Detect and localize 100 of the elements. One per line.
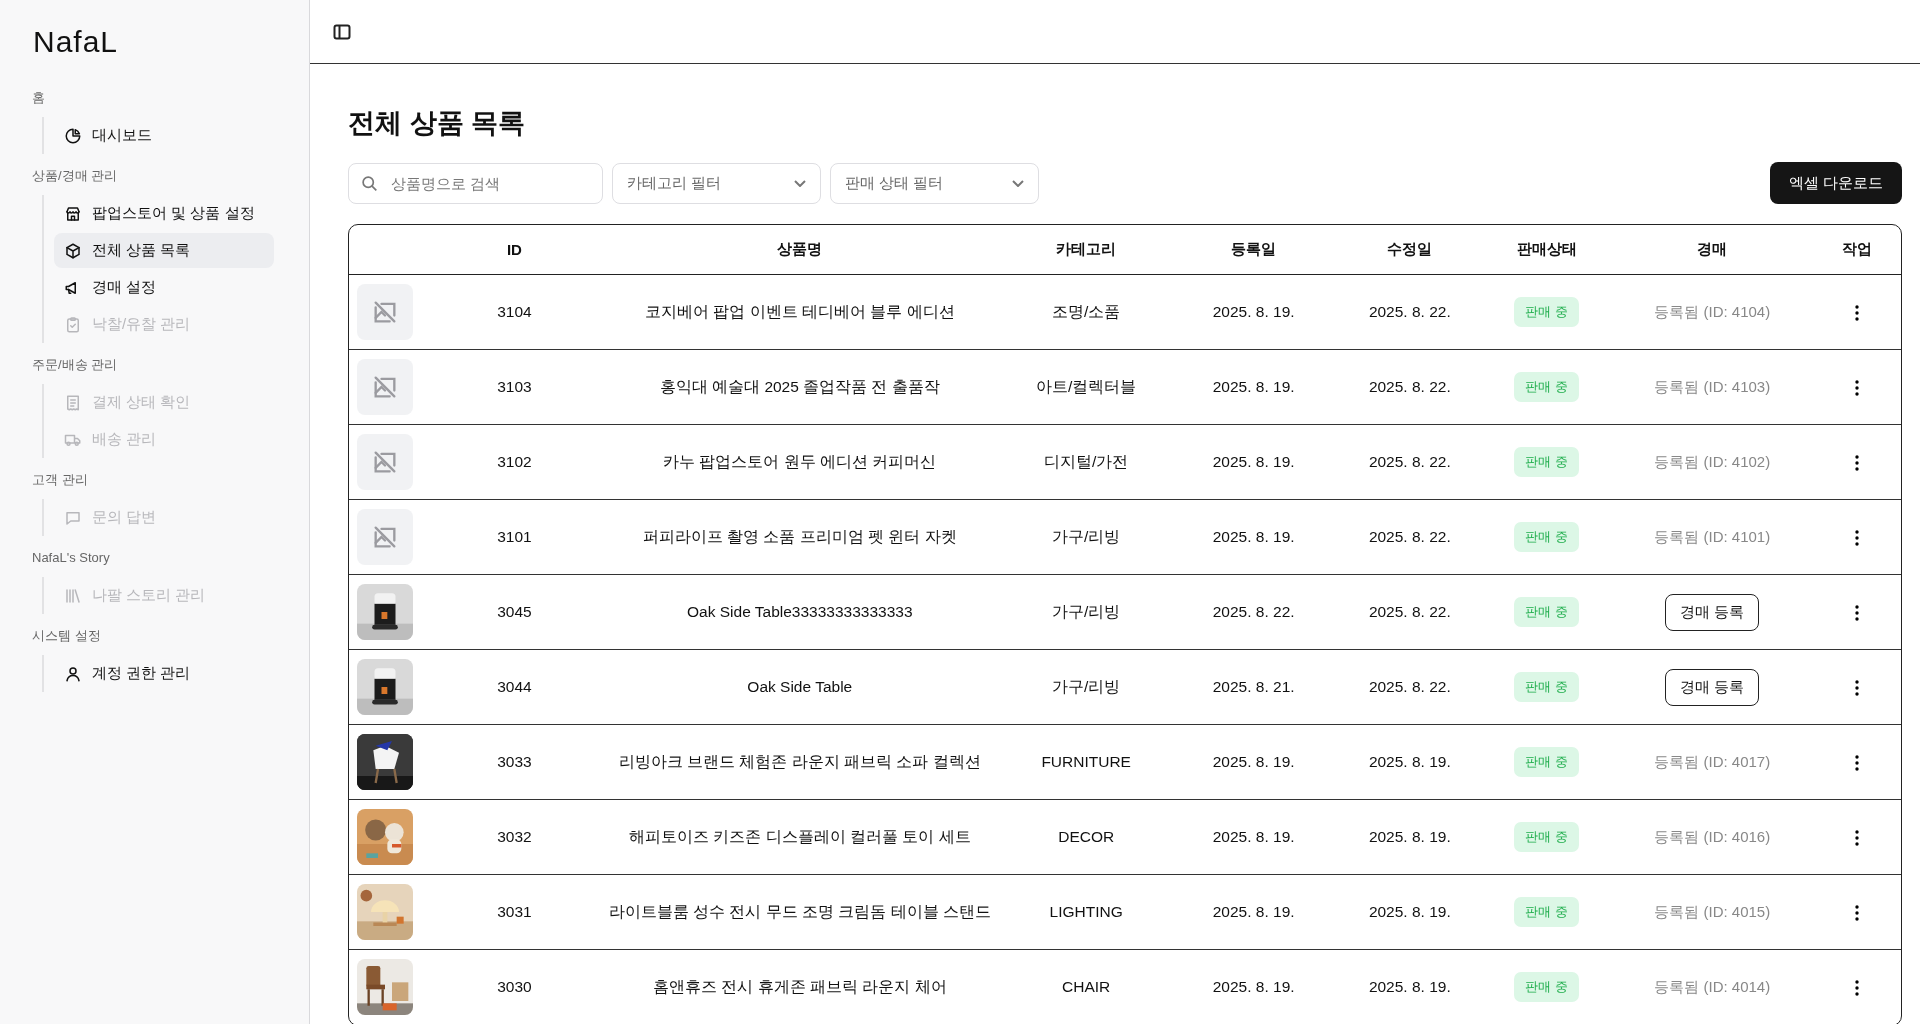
nav-item[interactable]: 팝업스토어 및 상품 설정 (54, 196, 274, 231)
image-placeholder-icon (357, 284, 413, 340)
updated-date: 2025. 8. 19. (1368, 753, 1451, 770)
more-options-icon[interactable] (1855, 979, 1859, 996)
filter-dropdown[interactable]: 판매 상태 필터 (830, 162, 1039, 204)
category-text: LIGHTING (1049, 903, 1123, 920)
column-header: 수정일 (1387, 240, 1433, 257)
nav-section-label: 상품/경매 관리 (32, 167, 118, 185)
category-text: CHAIR (1062, 978, 1111, 995)
created-date: 2025. 8. 19. (1212, 978, 1295, 995)
product-name: Oak Side Table (747, 678, 853, 695)
updated-date: 2025. 8. 22. (1368, 453, 1451, 470)
nav-item[interactable]: 전체 상품 목록 (54, 233, 274, 268)
nav-item[interactable]: 경매 설정 (54, 270, 274, 305)
column-header: ID (506, 241, 522, 258)
product-id: 3032 (497, 828, 532, 845)
status-badge: 판매 중 (1514, 447, 1580, 477)
more-options-icon[interactable] (1855, 454, 1859, 471)
brand-logo[interactable]: NafaL (33, 26, 119, 58)
product-id: 3101 (497, 528, 532, 545)
product-id: 3102 (497, 453, 532, 470)
more-options-icon[interactable] (1855, 904, 1859, 921)
auction-status-text: 등록됨 (ID: 4101) (1654, 527, 1771, 545)
nav-icon (64, 315, 82, 334)
excel-download-button[interactable]: 엑셀 다운로드 (1769, 162, 1902, 204)
updated-date: 2025. 8. 19. (1368, 903, 1451, 920)
category-text: 디지털/가전 (1044, 452, 1129, 470)
nav-icon (64, 393, 82, 412)
column-header: 카테고리 (1056, 240, 1117, 257)
more-options-icon[interactable] (1855, 529, 1859, 546)
created-date: 2025. 8. 19. (1212, 378, 1295, 395)
chevron-down-icon (794, 179, 806, 187)
status-badge: 판매 중 (1514, 672, 1580, 702)
product-name: Oak Side Table33333333333333 (687, 603, 913, 620)
more-options-icon[interactable] (1855, 304, 1859, 321)
created-date: 2025. 8. 21. (1212, 678, 1295, 695)
product-name: 코지베어 팝업 이벤트 테디베어 블루 에디션 (645, 302, 955, 320)
product-name: 퍼피라이프 촬영 소품 프리미엄 펫 윈터 자켓 (642, 527, 957, 545)
updated-date: 2025. 8. 19. (1368, 828, 1451, 845)
auction-register-button[interactable]: 경매 등록 (1665, 668, 1760, 706)
nav-section-label: 시스템 설정 (32, 627, 101, 645)
updated-date: 2025. 8. 22. (1368, 678, 1451, 695)
image-placeholder-icon (357, 359, 413, 415)
nav-item[interactable]: 대시보드 (54, 118, 274, 153)
product-name: 라이트블룸 성수 전시 무드 조명 크림돔 테이블 스탠드 (608, 902, 991, 920)
created-date: 2025. 8. 22. (1212, 603, 1295, 620)
category-text: 가구/리빙 (1052, 527, 1121, 545)
nav-item[interactable]: 계정 권한 관리 (54, 656, 274, 691)
auction-status-text: 등록됨 (ID: 4015) (1654, 902, 1771, 920)
created-date: 2025. 8. 19. (1212, 903, 1295, 920)
nav-icon (64, 586, 82, 605)
created-date: 2025. 8. 19. (1212, 828, 1295, 845)
auction-status-text: 등록됨 (ID: 4014) (1654, 977, 1771, 995)
status-badge: 판매 중 (1514, 297, 1580, 327)
nav-icon (64, 126, 82, 145)
category-text: 아트/컬렉터블 (1036, 377, 1137, 395)
auction-register-button[interactable]: 경매 등록 (1665, 593, 1760, 631)
more-options-icon[interactable] (1855, 679, 1859, 696)
category-text: DECOR (1058, 828, 1115, 845)
category-text: 가구/리빙 (1052, 677, 1121, 695)
product-name: 해피토이즈 키즈존 디스플레이 컬러풀 토이 세트 (629, 827, 971, 845)
more-options-icon[interactable] (1855, 379, 1859, 396)
status-badge: 판매 중 (1514, 597, 1580, 627)
filter-dropdown[interactable]: 카테고리 필터 (612, 162, 821, 204)
created-date: 2025. 8. 19. (1212, 453, 1295, 470)
product-id: 3045 (497, 603, 532, 620)
more-options-icon[interactable] (1855, 604, 1859, 621)
updated-date: 2025. 8. 22. (1368, 603, 1451, 620)
more-options-icon[interactable] (1855, 829, 1859, 846)
nav-section-label: 고객 관리 (32, 471, 88, 489)
status-badge: 판매 중 (1514, 897, 1580, 927)
page-title: 전체 상품 목록 (348, 107, 526, 140)
product-id: 3044 (497, 678, 532, 695)
updated-date: 2025. 8. 19. (1368, 978, 1451, 995)
product-name: 홍익대 예술대 2025 졸업작품 전 출품작 (659, 377, 940, 395)
search-field[interactable]: 상품명으로 검색 (348, 162, 603, 204)
updated-date: 2025. 8. 22. (1368, 528, 1451, 545)
column-header: 등록일 (1231, 240, 1277, 257)
nav-icon (64, 204, 82, 223)
product-id: 3031 (497, 903, 532, 920)
product-id: 3104 (497, 303, 532, 320)
nav-section-label: 홈 (32, 89, 45, 107)
column-header: 상품명 (777, 240, 823, 257)
created-date: 2025. 8. 19. (1212, 303, 1295, 320)
auction-status-text: 등록됨 (ID: 4103) (1654, 377, 1771, 395)
status-badge: 판매 중 (1514, 822, 1580, 852)
nav-section-label: 주문/배송 관리 (32, 356, 118, 374)
product-id: 3030 (497, 978, 532, 995)
nav-icon (64, 664, 82, 683)
auction-status-text: 등록됨 (ID: 4104) (1654, 302, 1771, 320)
more-options-icon[interactable] (1855, 754, 1859, 771)
status-badge: 판매 중 (1514, 972, 1580, 1002)
updated-date: 2025. 8. 22. (1368, 303, 1451, 320)
status-badge: 판매 중 (1514, 522, 1580, 552)
product-id: 3033 (497, 753, 532, 770)
column-header: 판매상태 (1516, 240, 1577, 257)
status-badge: 판매 중 (1514, 747, 1580, 777)
column-header: 경매 (1697, 240, 1728, 257)
nav-icon (64, 241, 82, 260)
auction-status-text: 등록됨 (ID: 4102) (1654, 452, 1771, 470)
